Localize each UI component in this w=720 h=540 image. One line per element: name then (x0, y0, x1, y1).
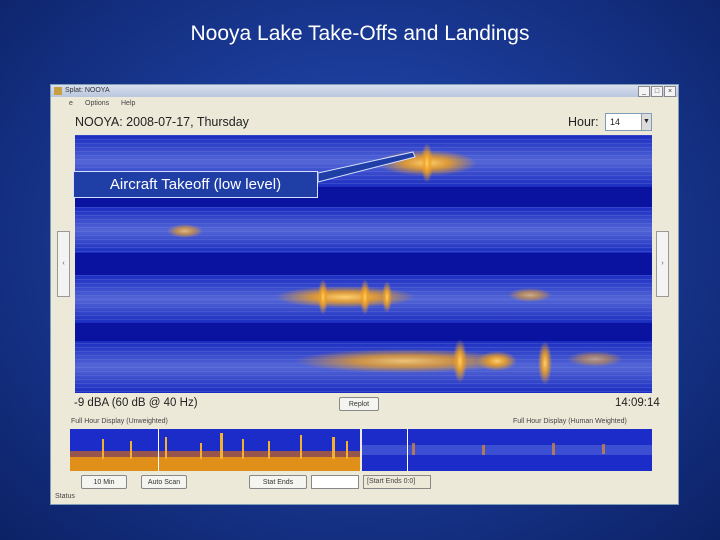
menu-bar: e Options Help (51, 98, 678, 110)
auto-scan-button[interactable]: Auto Scan (141, 475, 187, 489)
stat-ends-button[interactable]: Stat Ends (249, 475, 307, 489)
stat-field[interactable] (311, 475, 359, 489)
window-title: Splat: NOOYA (65, 87, 110, 94)
level-readout: -9 dBA (60 dB @ 40 Hz) (74, 397, 198, 409)
unweighted-hour-plot[interactable] (70, 429, 360, 471)
status-bar: Status (55, 493, 75, 500)
menu-item-help[interactable]: Help (121, 98, 135, 110)
scroll-left-button[interactable]: ‹ (57, 231, 70, 297)
hour-label: Hour: (568, 115, 599, 129)
app-icon (54, 87, 62, 95)
ten-min-button[interactable]: 10 Min (81, 475, 127, 489)
start-ends-field: [Start Ends 0:0] (363, 475, 431, 489)
scroll-right-button[interactable]: › (656, 231, 669, 297)
weighted-hour-plot[interactable] (362, 429, 652, 471)
signal-blob (167, 224, 203, 238)
hour-select[interactable]: 14 ▼ (605, 113, 652, 131)
maximize-button[interactable]: □ (651, 86, 663, 97)
chevron-down-icon[interactable]: ▼ (641, 114, 651, 130)
title-bar[interactable]: Splat: NOOYA _ □ × (51, 85, 678, 97)
band-2 (75, 207, 652, 253)
app-window: Splat: NOOYA _ □ × e Options Help NOOYA:… (50, 84, 679, 505)
menu-item-e[interactable]: e (69, 98, 73, 110)
replot-button[interactable]: Replot (339, 397, 379, 411)
time-readout: 14:09:14 (615, 397, 660, 409)
menu-item-options[interactable]: Options (85, 98, 109, 110)
minimize-button[interactable]: _ (638, 86, 650, 97)
unweighted-label: Full Hour Display (Unweighted) (71, 418, 168, 425)
callout-label: Aircraft Takeoff (low level) (73, 171, 318, 198)
weighted-label: Full Hour Display (Human Weighted) (513, 418, 627, 425)
close-button[interactable]: × (664, 86, 676, 97)
hour-value: 14 (610, 117, 621, 127)
slide-title: Nooya Lake Take-Offs and Landings (190, 22, 530, 45)
station-date-label: NOOYA: 2008-07-17, Thursday (75, 115, 249, 129)
